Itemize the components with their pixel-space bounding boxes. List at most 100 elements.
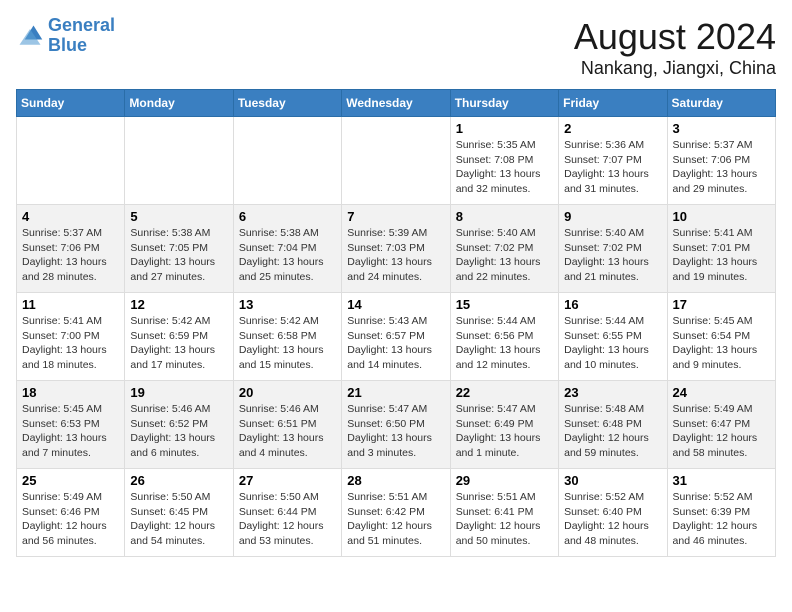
calendar-cell: 19 Sunrise: 5:46 AMSunset: 6:52 PMDayligh… xyxy=(125,381,233,469)
day-number: 28 xyxy=(347,473,444,488)
day-number: 22 xyxy=(456,385,553,400)
day-info: Sunrise: 5:37 AMSunset: 7:06 PMDaylight:… xyxy=(22,226,119,285)
day-info: Sunrise: 5:48 AMSunset: 6:48 PMDaylight:… xyxy=(564,402,661,461)
day-info: Sunrise: 5:44 AMSunset: 6:56 PMDaylight:… xyxy=(456,314,553,373)
day-info: Sunrise: 5:50 AMSunset: 6:44 PMDaylight:… xyxy=(239,490,336,549)
calendar-cell: 27 Sunrise: 5:50 AMSunset: 6:44 PMDayligh… xyxy=(233,469,341,557)
calendar-cell: 15 Sunrise: 5:44 AMSunset: 6:56 PMDayligh… xyxy=(450,293,558,381)
day-number: 26 xyxy=(130,473,227,488)
day-number: 29 xyxy=(456,473,553,488)
day-info: Sunrise: 5:38 AMSunset: 7:05 PMDaylight:… xyxy=(130,226,227,285)
weekday-header-row: SundayMondayTuesdayWednesdayThursdayFrid… xyxy=(17,90,776,117)
calendar-cell: 1 Sunrise: 5:35 AMSunset: 7:08 PMDaylight… xyxy=(450,117,558,205)
calendar-cell: 31 Sunrise: 5:52 AMSunset: 6:39 PMDayligh… xyxy=(667,469,775,557)
title-block: August 2024 Nankang, Jiangxi, China xyxy=(574,16,776,79)
day-info: Sunrise: 5:46 AMSunset: 6:51 PMDaylight:… xyxy=(239,402,336,461)
day-info: Sunrise: 5:42 AMSunset: 6:58 PMDaylight:… xyxy=(239,314,336,373)
day-info: Sunrise: 5:49 AMSunset: 6:46 PMDaylight:… xyxy=(22,490,119,549)
logo-text: General Blue xyxy=(48,16,115,56)
day-info: Sunrise: 5:47 AMSunset: 6:50 PMDaylight:… xyxy=(347,402,444,461)
day-info: Sunrise: 5:51 AMSunset: 6:42 PMDaylight:… xyxy=(347,490,444,549)
calendar-cell: 23 Sunrise: 5:48 AMSunset: 6:48 PMDayligh… xyxy=(559,381,667,469)
day-number: 2 xyxy=(564,121,661,136)
day-number: 10 xyxy=(673,209,770,224)
day-number: 16 xyxy=(564,297,661,312)
calendar-cell: 18 Sunrise: 5:45 AMSunset: 6:53 PMDayligh… xyxy=(17,381,125,469)
weekday-header-sunday: Sunday xyxy=(17,90,125,117)
day-info: Sunrise: 5:44 AMSunset: 6:55 PMDaylight:… xyxy=(564,314,661,373)
day-number: 4 xyxy=(22,209,119,224)
calendar-table: SundayMondayTuesdayWednesdayThursdayFrid… xyxy=(16,89,776,557)
calendar-cell: 13 Sunrise: 5:42 AMSunset: 6:58 PMDayligh… xyxy=(233,293,341,381)
day-number: 1 xyxy=(456,121,553,136)
day-info: Sunrise: 5:41 AMSunset: 7:01 PMDaylight:… xyxy=(673,226,770,285)
day-info: Sunrise: 5:51 AMSunset: 6:41 PMDaylight:… xyxy=(456,490,553,549)
day-number: 23 xyxy=(564,385,661,400)
calendar-cell: 28 Sunrise: 5:51 AMSunset: 6:42 PMDayligh… xyxy=(342,469,450,557)
day-info: Sunrise: 5:47 AMSunset: 6:49 PMDaylight:… xyxy=(456,402,553,461)
day-info: Sunrise: 5:45 AMSunset: 6:54 PMDaylight:… xyxy=(673,314,770,373)
day-number: 27 xyxy=(239,473,336,488)
day-info: Sunrise: 5:49 AMSunset: 6:47 PMDaylight:… xyxy=(673,402,770,461)
calendar-cell: 20Sunrise: 5:46 AMSunset: 6:51 PMDayligh… xyxy=(233,381,341,469)
day-number: 31 xyxy=(673,473,770,488)
calendar-week-row: 18 Sunrise: 5:45 AMSunset: 6:53 PMDayligh… xyxy=(17,381,776,469)
calendar-cell xyxy=(125,117,233,205)
day-info: Sunrise: 5:37 AMSunset: 7:06 PMDaylight:… xyxy=(673,138,770,197)
day-info: Sunrise: 5:39 AMSunset: 7:03 PMDaylight:… xyxy=(347,226,444,285)
day-info: Sunrise: 5:43 AMSunset: 6:57 PMDaylight:… xyxy=(347,314,444,373)
day-info: Sunrise: 5:41 AMSunset: 7:00 PMDaylight:… xyxy=(22,314,119,373)
day-number: 18 xyxy=(22,385,119,400)
calendar-cell: 24 Sunrise: 5:49 AMSunset: 6:47 PMDayligh… xyxy=(667,381,775,469)
day-info: Sunrise: 5:42 AMSunset: 6:59 PMDaylight:… xyxy=(130,314,227,373)
logo-icon xyxy=(16,22,44,50)
day-number: 24 xyxy=(673,385,770,400)
weekday-header-friday: Friday xyxy=(559,90,667,117)
calendar-cell: 14 Sunrise: 5:43 AMSunset: 6:57 PMDayligh… xyxy=(342,293,450,381)
weekday-header-tuesday: Tuesday xyxy=(233,90,341,117)
day-info: Sunrise: 5:52 AMSunset: 6:40 PMDaylight:… xyxy=(564,490,661,549)
calendar-cell: 3Sunrise: 5:37 AMSunset: 7:06 PMDaylight… xyxy=(667,117,775,205)
page-title: August 2024 xyxy=(574,16,776,58)
day-info: Sunrise: 5:40 AMSunset: 7:02 PMDaylight:… xyxy=(564,226,661,285)
calendar-cell: 29 Sunrise: 5:51 AMSunset: 6:41 PMDayligh… xyxy=(450,469,558,557)
calendar-cell: 6Sunrise: 5:38 AMSunset: 7:04 PMDaylight… xyxy=(233,205,341,293)
day-number: 9 xyxy=(564,209,661,224)
day-info: Sunrise: 5:35 AMSunset: 7:08 PMDaylight:… xyxy=(456,138,553,197)
calendar-cell: 8 Sunrise: 5:40 AMSunset: 7:02 PMDaylight… xyxy=(450,205,558,293)
day-number: 13 xyxy=(239,297,336,312)
calendar-cell: 4 Sunrise: 5:37 AMSunset: 7:06 PMDaylight… xyxy=(17,205,125,293)
day-info: Sunrise: 5:40 AMSunset: 7:02 PMDaylight:… xyxy=(456,226,553,285)
logo-line2: Blue xyxy=(48,35,87,55)
calendar-cell: 30 Sunrise: 5:52 AMSunset: 6:40 PMDayligh… xyxy=(559,469,667,557)
day-number: 6 xyxy=(239,209,336,224)
page-subtitle: Nankang, Jiangxi, China xyxy=(574,58,776,79)
day-number: 14 xyxy=(347,297,444,312)
calendar-cell: 25Sunrise: 5:49 AMSunset: 6:46 PMDayligh… xyxy=(17,469,125,557)
day-number: 11 xyxy=(22,297,119,312)
logo: General Blue xyxy=(16,16,115,56)
day-info: Sunrise: 5:52 AMSunset: 6:39 PMDaylight:… xyxy=(673,490,770,549)
weekday-header-thursday: Thursday xyxy=(450,90,558,117)
calendar-cell: 11 Sunrise: 5:41 AMSunset: 7:00 PMDayligh… xyxy=(17,293,125,381)
day-number: 8 xyxy=(456,209,553,224)
day-number: 7 xyxy=(347,209,444,224)
calendar-cell xyxy=(342,117,450,205)
day-number: 15 xyxy=(456,297,553,312)
day-number: 19 xyxy=(130,385,227,400)
calendar-cell: 21 Sunrise: 5:47 AMSunset: 6:50 PMDayligh… xyxy=(342,381,450,469)
page-header: General Blue August 2024 Nankang, Jiangx… xyxy=(16,16,776,79)
weekday-header-wednesday: Wednesday xyxy=(342,90,450,117)
calendar-week-row: 4 Sunrise: 5:37 AMSunset: 7:06 PMDaylight… xyxy=(17,205,776,293)
day-info: Sunrise: 5:45 AMSunset: 6:53 PMDaylight:… xyxy=(22,402,119,461)
day-number: 30 xyxy=(564,473,661,488)
day-info: Sunrise: 5:46 AMSunset: 6:52 PMDaylight:… xyxy=(130,402,227,461)
calendar-cell: 17Sunrise: 5:45 AMSunset: 6:54 PMDayligh… xyxy=(667,293,775,381)
day-info: Sunrise: 5:36 AMSunset: 7:07 PMDaylight:… xyxy=(564,138,661,197)
calendar-week-row: 1 Sunrise: 5:35 AMSunset: 7:08 PMDaylight… xyxy=(17,117,776,205)
calendar-cell xyxy=(233,117,341,205)
calendar-cell: 22 Sunrise: 5:47 AMSunset: 6:49 PMDayligh… xyxy=(450,381,558,469)
calendar-cell: 9 Sunrise: 5:40 AMSunset: 7:02 PMDaylight… xyxy=(559,205,667,293)
day-number: 5 xyxy=(130,209,227,224)
day-number: 21 xyxy=(347,385,444,400)
